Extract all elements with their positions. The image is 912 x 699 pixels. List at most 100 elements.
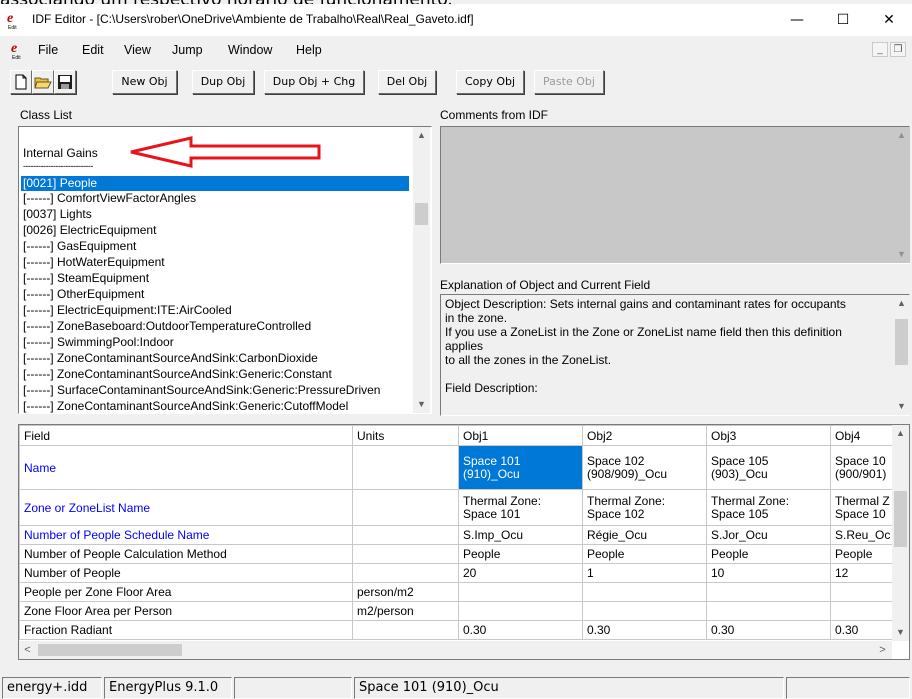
- dup-obj-chg-button[interactable]: Dup Obj + Chg: [264, 70, 364, 94]
- menu-file[interactable]: File: [38, 43, 58, 57]
- value-cell[interactable]: [830, 582, 901, 602]
- scroll-left-icon[interactable]: <: [19, 641, 36, 659]
- grid-vscroll-thumb[interactable]: [894, 491, 907, 547]
- value-cell[interactable]: S.Imp_Ocu: [458, 525, 583, 545]
- menu-jump[interactable]: Jump: [172, 43, 203, 57]
- svg-text:e: e: [11, 41, 17, 56]
- value-cell[interactable]: 10: [706, 563, 831, 583]
- class-list-item[interactable]: [------] ZoneContaminantSourceAndSink:Ca…: [21, 351, 318, 366]
- new-obj-button[interactable]: New Obj: [112, 70, 177, 94]
- class-list-item-people[interactable]: [0021] People: [21, 176, 409, 191]
- value-cell[interactable]: [706, 582, 831, 602]
- scroll-down-icon[interactable]: ▼: [413, 396, 430, 413]
- field-schedule-link[interactable]: Number of People Schedule Name: [19, 525, 353, 545]
- class-list-item[interactable]: [------] SteamEquipment: [21, 271, 149, 286]
- scroll-up-icon[interactable]: ▲: [413, 127, 430, 144]
- value-cell[interactable]: [582, 582, 707, 602]
- value-cell[interactable]: [830, 601, 901, 621]
- scroll-down-icon[interactable]: ▼: [893, 246, 910, 263]
- class-list-item[interactable]: [------] OtherEquipment: [21, 287, 144, 302]
- minimize-button[interactable]: —: [774, 4, 820, 36]
- scroll-up-icon[interactable]: ▲: [893, 127, 910, 144]
- scroll-down-icon[interactable]: ▼: [893, 398, 910, 415]
- class-list-item[interactable]: [------] SurfaceContaminantSourceAndSink…: [21, 383, 380, 398]
- value-cell[interactable]: People: [830, 544, 901, 564]
- new-file-button[interactable]: [10, 70, 32, 94]
- mdi-restore-button[interactable]: ❐: [890, 42, 906, 57]
- class-list-scrollbar[interactable]: ▲ ▼: [413, 127, 430, 413]
- value-cell[interactable]: 20: [458, 563, 583, 583]
- value-cell-selected[interactable]: Space 101 (910)_Ocu: [458, 445, 583, 490]
- value-cell[interactable]: Régie_Ocu: [582, 525, 707, 545]
- class-list-item[interactable]: [------] ElectricEquipment:ITE:AirCooled: [21, 303, 232, 318]
- comments-scrollbar[interactable]: ▲ ▼: [893, 127, 910, 263]
- dup-obj-button[interactable]: Dup Obj: [192, 70, 254, 94]
- menu-window[interactable]: Window: [228, 43, 272, 57]
- class-list-item[interactable]: [0037] Lights: [21, 207, 92, 222]
- class-list-item[interactable]: [------] ComfortViewFactorAngles: [21, 191, 196, 206]
- value-cell[interactable]: 0.30: [706, 620, 831, 640]
- value-cell[interactable]: [706, 601, 831, 621]
- scroll-right-icon[interactable]: >: [874, 641, 891, 659]
- open-file-button[interactable]: [32, 70, 54, 94]
- value-cell[interactable]: People: [582, 544, 707, 564]
- del-obj-button[interactable]: Del Obj: [378, 70, 436, 94]
- menu-view[interactable]: View: [124, 43, 151, 57]
- field-name-link[interactable]: Name: [19, 445, 353, 490]
- explanation-scroll-thumb[interactable]: [895, 319, 908, 365]
- value-cell[interactable]: 1: [582, 563, 707, 583]
- value-cell[interactable]: Thermal Zone: Space 105: [706, 489, 831, 526]
- save-file-button[interactable]: [54, 70, 76, 94]
- scroll-up-icon[interactable]: ▲: [893, 295, 910, 312]
- mdi-minimize-button[interactable]: _: [872, 42, 888, 57]
- value-cell[interactable]: 0.30: [830, 620, 901, 640]
- value-cell[interactable]: Thermal Zone: Space 101: [458, 489, 583, 526]
- grid-header-obj1[interactable]: Obj1: [458, 425, 583, 446]
- close-button[interactable]: ✕: [866, 4, 912, 36]
- grid-horizontal-scrollbar[interactable]: < >: [19, 641, 892, 659]
- value-cell[interactable]: Thermal Z Space 10: [830, 489, 901, 526]
- scroll-up-icon[interactable]: ▲: [892, 425, 909, 442]
- menu-help[interactable]: Help: [296, 43, 322, 57]
- class-list-item[interactable]: [------] ZoneBaseboard:OutdoorTemperatur…: [21, 319, 311, 334]
- class-list-item[interactable]: [0026] ElectricEquipment: [21, 223, 156, 238]
- grid-header-obj4[interactable]: Obj4: [830, 425, 901, 446]
- grid-vertical-scrollbar[interactable]: ▲ ▼: [892, 425, 909, 641]
- value-cell[interactable]: 12: [830, 563, 901, 583]
- value-cell[interactable]: Thermal Zone: Space 102: [582, 489, 707, 526]
- scroll-down-icon[interactable]: ▼: [892, 624, 909, 641]
- class-list-item[interactable]: [------] SwimmingPool:Indoor: [21, 335, 174, 350]
- grid-header-obj2[interactable]: Obj2: [582, 425, 707, 446]
- explanation-scrollbar[interactable]: ▲ ▼: [893, 295, 910, 415]
- comments-textbox[interactable]: ▲ ▼: [440, 126, 910, 264]
- grid-row-schedule: Number of People Schedule Name S.Imp_Ocu…: [19, 525, 901, 545]
- value-cell[interactable]: Space 105 (903)_Ocu: [706, 445, 831, 490]
- close-icon: ✕: [883, 12, 895, 28]
- class-list-item[interactable]: [------] GasEquipment: [21, 239, 136, 254]
- value-cell[interactable]: [458, 582, 583, 602]
- value-cell[interactable]: Space 102 (908/909)_Ocu: [582, 445, 707, 490]
- grid-header-obj3[interactable]: Obj3: [706, 425, 831, 446]
- class-list-item[interactable]: [------] HotWaterEquipment: [21, 255, 165, 270]
- value-cell[interactable]: People: [458, 544, 583, 564]
- class-list-item[interactable]: [------] ZoneContaminantSourceAndSink:Ge…: [21, 399, 348, 414]
- paste-obj-button[interactable]: Paste Obj: [534, 70, 604, 94]
- grid-hscroll-thumb[interactable]: [38, 644, 182, 656]
- value-cell[interactable]: S.Jor_Ocu: [706, 525, 831, 545]
- class-list-box[interactable]: Internal Gains -------------------------…: [18, 126, 432, 414]
- object-grid[interactable]: Field Units Obj1 Obj2 Obj3 Obj4 Name Spa…: [18, 424, 910, 660]
- class-list-scroll-thumb[interactable]: [415, 203, 428, 225]
- class-list-item[interactable]: [------] ZoneContaminantSourceAndSink:Ge…: [21, 367, 332, 382]
- value-cell[interactable]: People: [706, 544, 831, 564]
- copy-obj-button[interactable]: Copy Obj: [456, 70, 524, 94]
- value-cell[interactable]: 0.30: [582, 620, 707, 640]
- value-cell[interactable]: Space 10 (900/901): [830, 445, 901, 490]
- value-cell[interactable]: [458, 601, 583, 621]
- value-cell[interactable]: 0.30: [458, 620, 583, 640]
- value-cell[interactable]: [582, 601, 707, 621]
- maximize-button[interactable]: ☐: [820, 4, 866, 36]
- value-cell[interactable]: S.Reu_Oc: [830, 525, 901, 545]
- menu-edit[interactable]: Edit: [82, 43, 104, 57]
- field-zone-link[interactable]: Zone or ZoneList Name: [19, 489, 353, 526]
- status-pane-empty: [234, 677, 352, 699]
